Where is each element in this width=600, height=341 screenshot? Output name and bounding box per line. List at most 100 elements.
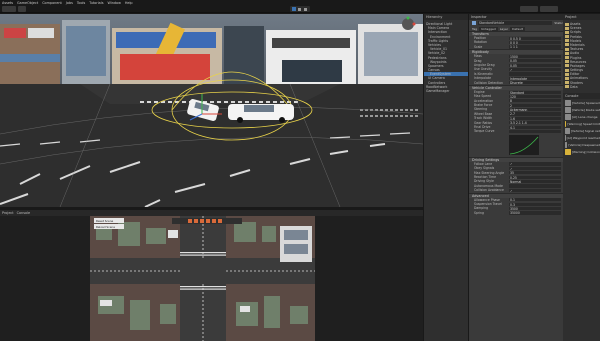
- property-field[interactable]: 0.25: [509, 175, 561, 179]
- project-title[interactable]: Project: [565, 15, 577, 19]
- static-label[interactable]: Static: [554, 21, 563, 25]
- property-field[interactable]: Discrete: [509, 81, 561, 85]
- folder-icon: [565, 81, 569, 85]
- property-field[interactable]: 0.05: [509, 63, 561, 67]
- object-name-field[interactable]: StandardVehicle: [478, 21, 553, 25]
- property-field[interactable]: Standard: [509, 90, 561, 94]
- console-message: [AI] Lane change: [572, 114, 598, 119]
- console-entry[interactable]: [Vehicle] Route set: [563, 106, 600, 113]
- property-field[interactable]: [509, 130, 561, 134]
- layout-dropdown[interactable]: [540, 6, 558, 12]
- folder-icon: [565, 60, 569, 64]
- property-field[interactable]: 0 0 0: [509, 40, 561, 45]
- step-button[interactable]: [304, 7, 307, 11]
- folder-icon: [565, 43, 569, 47]
- property-field[interactable]: 35: [509, 171, 561, 175]
- info-icon: [565, 106, 571, 113]
- project-panel: Project Assets Scenes Scripts Prefabs Models…: [563, 14, 600, 341]
- folder-icon: [565, 56, 569, 59]
- layers-dropdown[interactable]: [520, 6, 538, 12]
- scene-canvas[interactable]: [0, 14, 423, 207]
- transform-tools[interactable]: [2, 6, 16, 12]
- console-message: [Vehicle] Route set: [571, 107, 600, 112]
- play-button[interactable]: [292, 7, 296, 11]
- layer-dropdown[interactable]: Default: [510, 26, 526, 31]
- console-entry[interactable]: [Warning] Collision: [563, 148, 600, 155]
- console-entry[interactable]: [Vehicle] Spawned: [563, 99, 600, 106]
- property-field[interactable]: 0.05: [509, 59, 561, 63]
- console-message: [Vehicle] Signal red: [570, 128, 600, 133]
- property-field[interactable]: 1500: [509, 54, 561, 58]
- property-field[interactable]: 3.5 2.1 1.4: [509, 121, 561, 125]
- inspector-title[interactable]: Inspector: [471, 15, 487, 19]
- property-field[interactable]: Ackermann: [509, 108, 561, 112]
- pause-button[interactable]: [298, 7, 301, 11]
- hierarchy-item[interactable]: GameManager: [424, 89, 468, 93]
- info-icon: [565, 113, 571, 120]
- warning-icon: [565, 148, 571, 155]
- console-entry[interactable]: [Vehicle] Despawned: [563, 141, 600, 148]
- property-field[interactable]: ✓: [509, 188, 561, 192]
- property-field[interactable]: 0 0.5 0: [509, 36, 561, 40]
- folder-icon: [565, 68, 569, 72]
- property-row: Scale 1 1 1: [469, 45, 563, 49]
- menu-item[interactable]: Tools: [77, 1, 85, 5]
- folder-icon: [565, 76, 569, 80]
- tab-console[interactable]: Console: [17, 211, 30, 215]
- property-field[interactable]: Interpolate: [509, 76, 561, 80]
- property-field[interactable]: [509, 184, 561, 188]
- component-list: Transform Position 0 0.5 0 Rotation 0 0 0 Sca…: [469, 31, 563, 215]
- layer-label: Layer: [499, 26, 509, 31]
- property-field[interactable]: 2.7: [509, 112, 561, 116]
- property-field[interactable]: 8: [509, 99, 561, 103]
- game-panel: Project Console Reset Scene Reload Scene: [0, 210, 423, 341]
- project-folder[interactable]: Data: [563, 85, 600, 89]
- property-field[interactable]: ✓: [509, 162, 561, 166]
- tag-dropdown[interactable]: Untagged: [479, 26, 498, 31]
- tab-project[interactable]: Project: [2, 211, 14, 215]
- menu-item[interactable]: Component: [42, 1, 62, 5]
- console-message: [AI] Waypoint reached: [566, 135, 600, 140]
- property-field[interactable]: 1.6: [509, 116, 561, 121]
- tag-label: Tag: [472, 26, 478, 31]
- folder-icon: [565, 51, 569, 55]
- folder-icon: [565, 26, 569, 30]
- console-title[interactable]: Console: [565, 94, 578, 98]
- game-canvas[interactable]: [0, 216, 423, 341]
- folder-icon: [565, 30, 569, 34]
- console-entry[interactable]: [Warning] Speed limit: [563, 120, 600, 127]
- menu-item[interactable]: Assets: [2, 1, 13, 5]
- property-field[interactable]: ✓: [509, 67, 561, 72]
- property-field[interactable]: 2: [509, 103, 561, 107]
- property-field[interactable]: 0.3: [509, 202, 561, 206]
- property-field[interactable]: 120: [509, 94, 561, 99]
- property-field[interactable]: 1 1 1: [509, 45, 561, 49]
- scene-view[interactable]: [0, 14, 423, 207]
- menu-item[interactable]: Tutorials: [89, 1, 103, 5]
- folder-label: Data: [570, 84, 578, 89]
- menu-item[interactable]: GameObject: [17, 1, 38, 5]
- menu-item[interactable]: Help: [125, 1, 133, 5]
- console-entry[interactable]: [AI] Waypoint reached: [563, 134, 600, 141]
- property-field[interactable]: 4.1: [509, 125, 561, 129]
- console-entry[interactable]: [Vehicle] Signal red: [563, 127, 600, 134]
- torque-curve-graph[interactable]: [469, 134, 559, 156]
- property-row: Collision Avoidance ✓: [469, 188, 563, 192]
- toolbar: [0, 5, 600, 13]
- console-entry[interactable]: [AI] Lane change: [563, 113, 600, 120]
- play-controls: [290, 6, 310, 12]
- property-field[interactable]: 0.1: [509, 198, 561, 202]
- pivot-toggle[interactable]: [18, 6, 26, 12]
- property-field[interactable]: Normal: [509, 179, 561, 184]
- console-message: [Warning] Collision: [571, 149, 600, 154]
- menu-item[interactable]: Window: [107, 1, 120, 5]
- property-field[interactable]: 35000: [509, 211, 561, 215]
- property-field[interactable]: [509, 72, 561, 76]
- info-icon: [565, 134, 566, 141]
- property-field[interactable]: ✓: [509, 166, 561, 170]
- gameobject-icon: [472, 21, 476, 25]
- menu-item[interactable]: Jobs: [66, 1, 73, 5]
- warning-icon: [565, 120, 567, 127]
- hierarchy-title[interactable]: Hierarchy: [426, 15, 442, 19]
- property-field[interactable]: 3500: [509, 206, 561, 211]
